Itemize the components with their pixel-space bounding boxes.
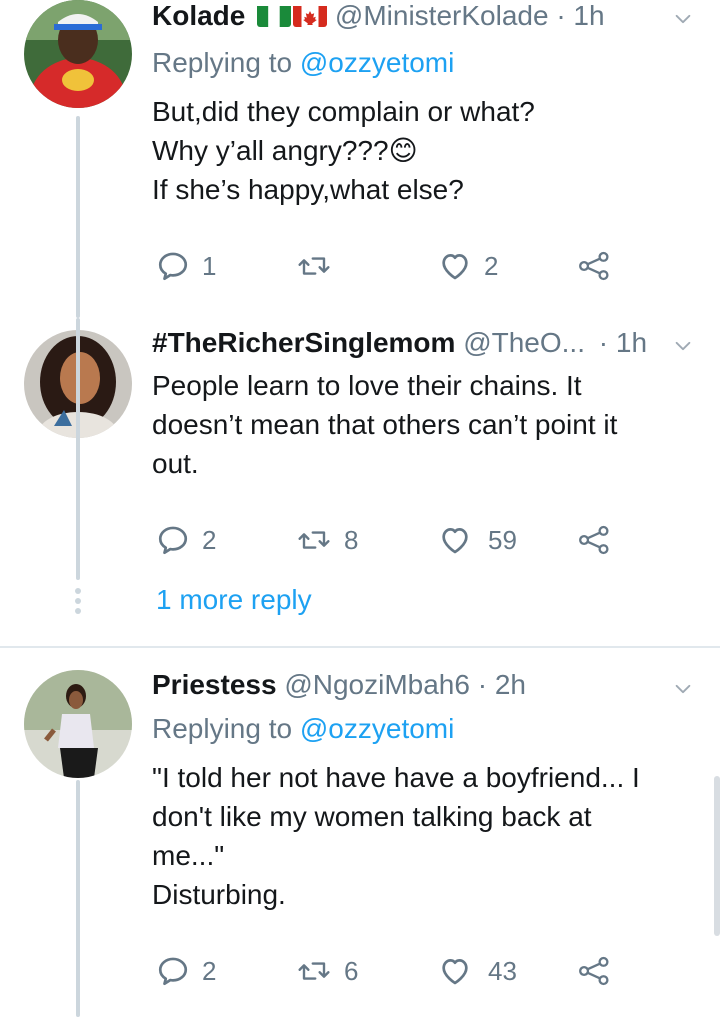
retweet-button[interactable]: 6 [296, 951, 358, 991]
reply-button[interactable]: 2 [156, 951, 216, 991]
display-name[interactable]: Priestess [152, 669, 277, 700]
timestamp: · 1h [556, 0, 605, 31]
thread-dots [74, 588, 82, 618]
timestamp: · 2h [477, 669, 526, 700]
avatar[interactable] [24, 670, 132, 778]
display-name[interactable]: Kolade [152, 0, 245, 31]
chevron-down-icon[interactable] [672, 8, 694, 30]
tweet-actions: 2 8 59 [152, 520, 622, 560]
retweet-button[interactable] [296, 246, 332, 286]
more-replies-link[interactable]: 1 more reply [156, 584, 312, 616]
reply-count: 2 [202, 524, 217, 555]
tweet-header: Priestess @NgoziMbah6 · 2h [152, 667, 526, 703]
scrollbar[interactable] [714, 776, 720, 936]
tweet-text: "I told her not have have a boyfriend...… [152, 762, 640, 910]
tweet-header: Kolade @MinisterKolade · 1h [152, 0, 605, 34]
user-handle[interactable]: @NgoziMbah6 [284, 669, 470, 700]
reply-button[interactable]: 1 [156, 246, 216, 286]
like-button[interactable]: 43 [438, 951, 517, 991]
like-count: 43 [488, 955, 517, 986]
tweet-kolade[interactable]: Kolade @MinisterKolade · 1h Replying to … [0, 0, 720, 318]
divider [0, 646, 720, 648]
thread-line [76, 780, 80, 1017]
reply-count: 1 [202, 250, 217, 281]
canada-flag-icon [293, 3, 328, 27]
mention-link[interactable]: @ozzyetomi [300, 47, 454, 78]
nigeria-flag-icon [257, 3, 292, 27]
replying-to: Replying to @ozzyetomi [152, 713, 455, 744]
replying-to: Replying to @ozzyetomi [152, 47, 455, 78]
tweet-header: #TheRicherSinglemom @TheO... · 1h [152, 325, 647, 361]
tweet-actions: 2 6 43 [152, 951, 622, 991]
retweet-count: 8 [344, 524, 359, 555]
user-handle[interactable]: @TheO... [463, 327, 585, 358]
like-button[interactable]: 2 [438, 246, 498, 286]
thread-line [76, 318, 80, 580]
retweet-count: 6 [344, 955, 359, 986]
share-button[interactable] [578, 951, 612, 991]
like-count: 2 [484, 250, 499, 281]
tweet-text: But,did they complain or what? Why y’all… [152, 96, 535, 205]
mention-link[interactable]: @ozzyetomi [300, 713, 454, 744]
reply-count: 2 [202, 955, 217, 986]
timestamp: · 1h [598, 327, 648, 358]
tweet-text: People learn to love their chains. It do… [152, 370, 618, 479]
user-handle[interactable]: @MinisterKolade [335, 0, 549, 31]
share-button[interactable] [578, 246, 612, 286]
retweet-button[interactable]: 8 [296, 520, 358, 560]
thread-line [76, 116, 80, 318]
share-button[interactable] [578, 520, 612, 560]
like-button[interactable]: 59 [438, 520, 517, 560]
display-name[interactable]: #TheRicherSinglemom [152, 327, 455, 358]
like-count: 59 [488, 524, 517, 555]
chevron-down-icon[interactable] [672, 678, 694, 700]
tweet-priestess[interactable]: Priestess @NgoziMbah6 · 2h Replying to @… [0, 660, 720, 1017]
tweet-actions: 1 2 [152, 246, 622, 286]
avatar[interactable] [24, 0, 132, 108]
chevron-down-icon[interactable] [672, 335, 694, 357]
tweet-therichersinglemom[interactable]: #TheRicherSinglemom @TheO... · 1h People… [0, 318, 720, 648]
reply-button[interactable]: 2 [156, 520, 216, 560]
